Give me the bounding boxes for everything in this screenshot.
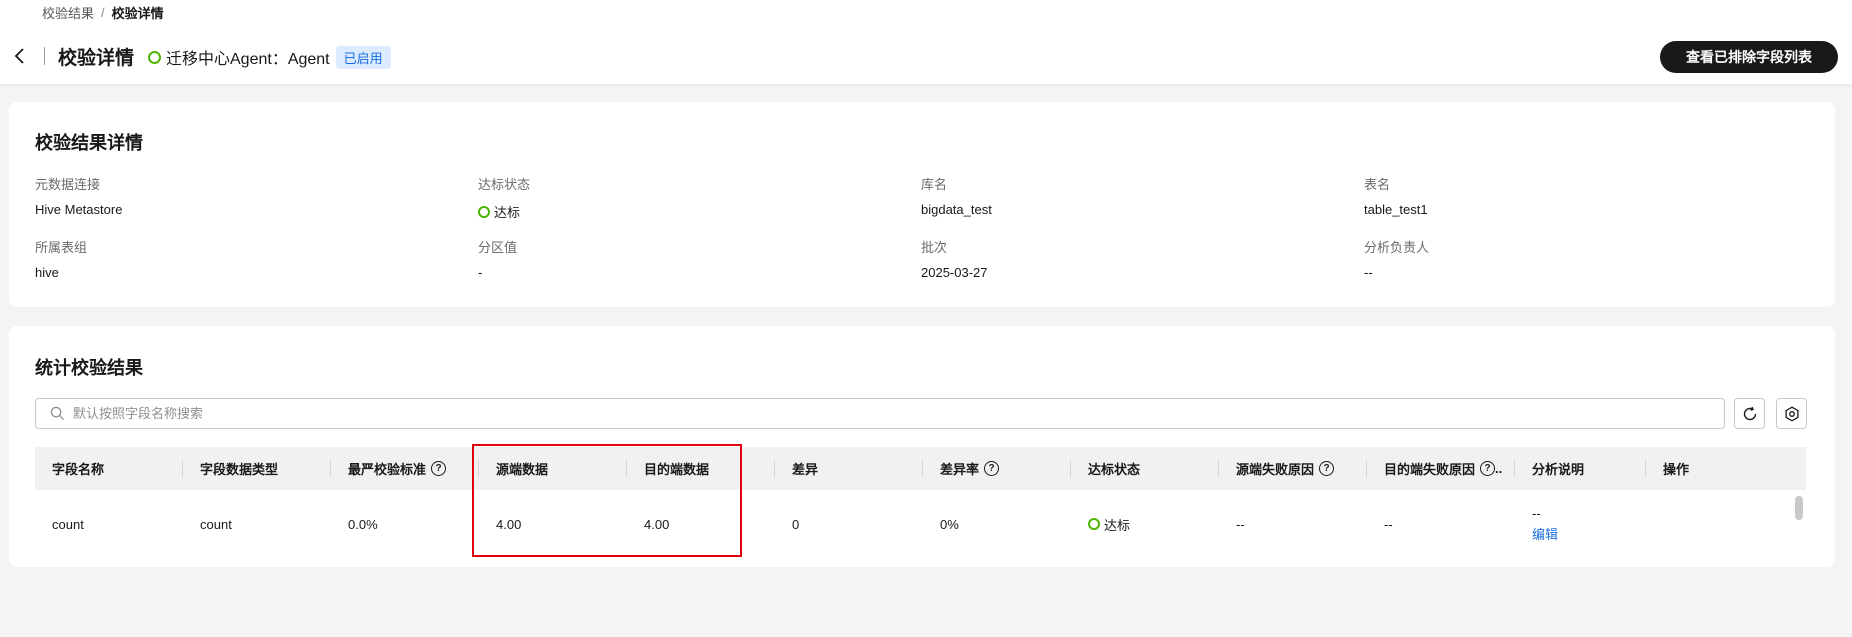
back-button[interactable]	[10, 46, 30, 66]
field-label: 库名	[921, 177, 948, 192]
field-label: 批次	[921, 240, 948, 255]
breadcrumb-parent[interactable]: 校验结果	[42, 3, 94, 22]
refresh-icon	[1743, 406, 1756, 420]
field-value: -	[478, 265, 483, 280]
table-row: count count 0.0% 4.00 4.00 0 0% 达标 -- --…	[35, 490, 1806, 558]
field-database-name: 库名 bigdata_test	[921, 174, 1341, 217]
field-value: bigdata_test	[921, 202, 992, 217]
column-header-target-fail-reason: 目的端失败原因?..	[1367, 447, 1515, 490]
cell-target-fail-reason: --	[1384, 516, 1393, 532]
field-value: hive	[35, 265, 59, 280]
table-scrollbar-thumb[interactable]	[1795, 496, 1803, 520]
search-box[interactable]	[35, 398, 1725, 429]
field-label: 元数据连接	[35, 177, 101, 192]
column-header-compliance-status: 达标状态	[1071, 447, 1219, 490]
cell-difference-rate: 0%	[940, 516, 959, 532]
cell-field-name: count	[52, 516, 84, 532]
breadcrumb-current: 校验详情	[111, 6, 164, 21]
status-pass-icon	[478, 205, 490, 218]
column-header-target-data: 目的端数据	[627, 447, 775, 490]
column-header-field-type: 字段数据类型	[183, 447, 331, 490]
settings-button[interactable]	[1776, 398, 1807, 429]
status-online-icon	[148, 50, 161, 64]
view-excluded-fields-button[interactable]: 查看已排除字段列表	[1660, 41, 1838, 73]
title-row: 校验详情 迁移中心Agent：Agent 已启用 查看已排除字段列表	[0, 40, 1852, 73]
chevron-left-icon	[14, 48, 24, 64]
breadcrumb: 校验结果 / 校验详情	[42, 3, 164, 22]
refresh-button[interactable]	[1734, 398, 1765, 429]
agent-label: 迁移中心Agent：Agent	[166, 51, 330, 68]
analysis-note-text: --	[1532, 505, 1541, 521]
field-value: 达标	[478, 202, 898, 221]
field-batch: 批次 2025-03-27	[921, 237, 1341, 280]
field-label: 表名	[1364, 177, 1391, 192]
column-header-operation: 操作	[1663, 462, 1690, 477]
result-detail-title: 校验结果详情	[35, 133, 143, 153]
search-icon	[50, 406, 65, 421]
help-icon[interactable]: ?	[984, 461, 1000, 476]
table-header: 字段名称 字段数据类型 最严校验标准? 源端数据 目的端数据 差异 差异率? 达…	[35, 447, 1806, 490]
result-detail-card: 校验结果详情 元数据连接 Hive Metastore 达标状态 达标 库名 b…	[9, 102, 1835, 307]
column-header-strictest-standard: 最严校验标准?	[331, 447, 479, 490]
help-icon[interactable]: ?	[1319, 461, 1335, 476]
column-header-difference-rate: 差异率?	[923, 447, 1071, 490]
field-label: 分区值	[478, 240, 518, 255]
search-input[interactable]	[73, 406, 1724, 421]
status-text: 达标	[1104, 517, 1131, 533]
page-header: 校验结果 / 校验详情 校验详情 迁移中心Agent：Agent 已启用 查看已…	[0, 0, 1852, 84]
stats-result-card: 统计校验结果 字段名称 字段数据类型 最严校验标准? 源端数据 目的端数据 差异…	[9, 326, 1835, 567]
field-value: table_test1	[1364, 202, 1428, 217]
column-header-field-name: 字段名称	[35, 447, 183, 490]
agent-status: 迁移中心Agent：Agent 已启用	[148, 45, 391, 69]
field-value: --	[1364, 265, 1373, 280]
edit-analysis-link[interactable]: 编辑	[1532, 524, 1558, 543]
status-pass-icon	[1088, 518, 1100, 530]
title-divider	[44, 47, 45, 65]
cell-analysis-note: -- 编辑	[1515, 506, 1646, 543]
cell-source-fail-reason: --	[1236, 516, 1245, 532]
field-partition-value: 分区值 -	[478, 237, 898, 280]
agent-enabled-badge: 已启用	[335, 45, 391, 69]
field-compliance-status: 达标状态 达标	[478, 174, 898, 221]
breadcrumb-separator: /	[101, 5, 105, 20]
field-value: Hive Metastore	[35, 202, 123, 217]
cell-strictest-standard: 0.0%	[348, 516, 378, 532]
field-label: 达标状态	[478, 177, 531, 192]
status-text: 达标	[494, 205, 521, 220]
stats-result-title: 统计校验结果	[35, 358, 143, 378]
help-icon[interactable]: ?	[431, 461, 447, 476]
cell-target-data: 4.00	[644, 516, 670, 532]
column-header-source-fail-reason: 源端失败原因?	[1219, 447, 1367, 490]
field-label: 分析负责人	[1364, 240, 1430, 255]
column-header-analysis-note: 分析说明	[1515, 447, 1646, 490]
page-title: 校验详情	[58, 48, 135, 69]
field-value: 2025-03-27	[921, 265, 988, 280]
cell-difference: 0	[792, 516, 800, 532]
cell-field-type: count	[200, 516, 232, 532]
field-table-group: 所属表组 hive	[35, 237, 455, 280]
field-analysis-owner: 分析负责人 --	[1364, 237, 1784, 280]
field-table-name: 表名 table_test1	[1364, 174, 1784, 217]
column-header-source-data: 源端数据	[479, 447, 627, 490]
cell-compliance-status: 达标	[1071, 515, 1219, 534]
help-icon[interactable]: ?	[1480, 461, 1496, 476]
stats-table: 字段名称 字段数据类型 最严校验标准? 源端数据 目的端数据 差异 差异率? 达…	[35, 447, 1806, 558]
cell-source-data: 4.00	[496, 516, 522, 532]
field-metadata-connection: 元数据连接 Hive Metastore	[35, 174, 455, 217]
gear-icon	[1784, 405, 1799, 422]
field-label: 所属表组	[35, 240, 88, 255]
column-header-difference: 差异	[775, 447, 923, 490]
